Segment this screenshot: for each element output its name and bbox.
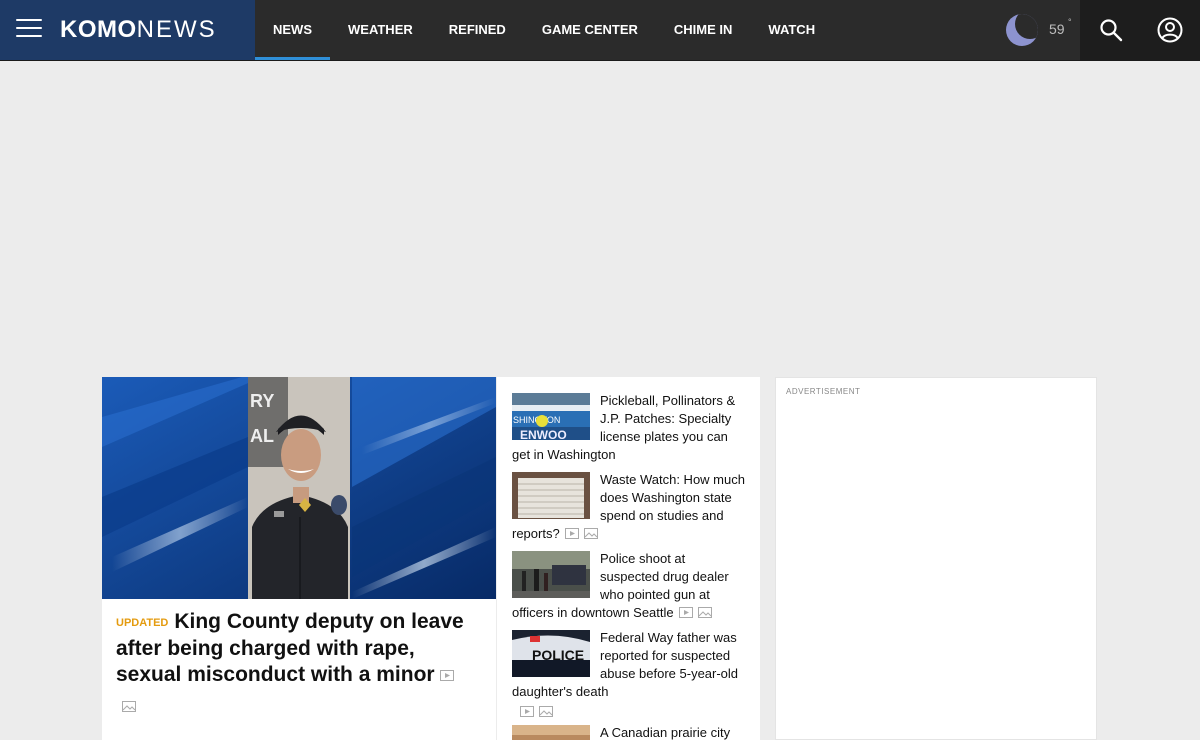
search-icon[interactable] (1099, 18, 1123, 42)
temperature: 59 (1049, 21, 1065, 37)
lead-story-headline[interactable]: UPDATED King County deputy on leave after… (116, 609, 476, 688)
video-icon (678, 607, 693, 619)
moon-icon (1006, 14, 1038, 46)
lead-story-body: UPDATED King County deputy on leave after… (116, 609, 476, 716)
site-header: KOMONEWS NEWS WEATHER REFINED GAME CENTE… (0, 0, 1200, 61)
photo-gallery-icon (539, 706, 553, 718)
nav-item-watch[interactable]: WATCH (750, 0, 833, 60)
svg-text:RY: RY (250, 391, 274, 411)
story-thumbnail: SHINGTON ENWOO (512, 393, 590, 440)
svg-text:ENWOO: ENWOO (520, 428, 567, 440)
nav-item-refined[interactable]: REFINED (431, 0, 524, 60)
nav-item-news[interactable]: NEWS (255, 0, 330, 60)
video-icon (564, 528, 579, 540)
hamburger-menu-icon[interactable] (16, 19, 42, 41)
svg-text:AL: AL (250, 426, 274, 446)
list-item[interactable]: POLICE Federal Way father was reported f… (512, 629, 748, 721)
lead-story-image[interactable]: RY AL (102, 377, 496, 599)
deputy-photo-graphic: RY AL (102, 377, 496, 599)
nav-item-weather[interactable]: WEATHER (330, 0, 431, 60)
degree-symbol: ° (1068, 17, 1072, 27)
story-thumbnail (512, 472, 590, 519)
svg-text:POLICE: POLICE (532, 647, 584, 663)
list-item[interactable]: Police shoot at suspected drug dealer wh… (512, 550, 748, 622)
lead-story-title: King County deputy on leave after being … (116, 610, 464, 686)
advertisement-label: ADVERTISEMENT (786, 387, 861, 396)
main-nav: NEWS WEATHER REFINED GAME CENTER CHIME I… (255, 0, 833, 60)
list-item[interactable]: SHINGTON ENWOO Pickleball, Pollinators &… (512, 392, 748, 464)
updated-badge: UPDATED (116, 617, 169, 629)
list-item[interactable]: A Canadian prairie city (512, 724, 748, 740)
video-icon (520, 706, 534, 718)
photo-gallery-icon (583, 528, 598, 540)
story-list: SHINGTON ENWOO Pickleball, Pollinators &… (497, 377, 760, 740)
logo-bold-text: KOMO (60, 16, 137, 43)
list-item[interactable]: Waste Watch: How much does Washington st… (512, 471, 748, 543)
site-logo[interactable]: KOMONEWS (60, 16, 217, 44)
story-thumbnail (512, 725, 590, 740)
user-account-icon[interactable] (1157, 17, 1183, 43)
sidebar-advertisement: ADVERTISEMENT (775, 377, 1097, 740)
header-actions (1080, 0, 1200, 60)
lead-story-card[interactable]: RY AL UPDATED King County deputy on leave… (102, 377, 496, 740)
story-title: A Canadian prairie city (600, 725, 731, 740)
video-icon (439, 669, 454, 681)
photo-gallery-icon (697, 607, 712, 619)
logo-light-text: NEWS (136, 16, 217, 43)
story-thumbnail (512, 551, 590, 598)
photo-gallery-icon (122, 701, 136, 713)
top-ad-space (0, 61, 1200, 371)
story-thumbnail: POLICE (512, 630, 590, 677)
nav-item-game-center[interactable]: GAME CENTER (524, 0, 656, 60)
brand-block: KOMONEWS (0, 0, 255, 60)
nav-item-chime-in[interactable]: CHIME IN (656, 0, 751, 60)
